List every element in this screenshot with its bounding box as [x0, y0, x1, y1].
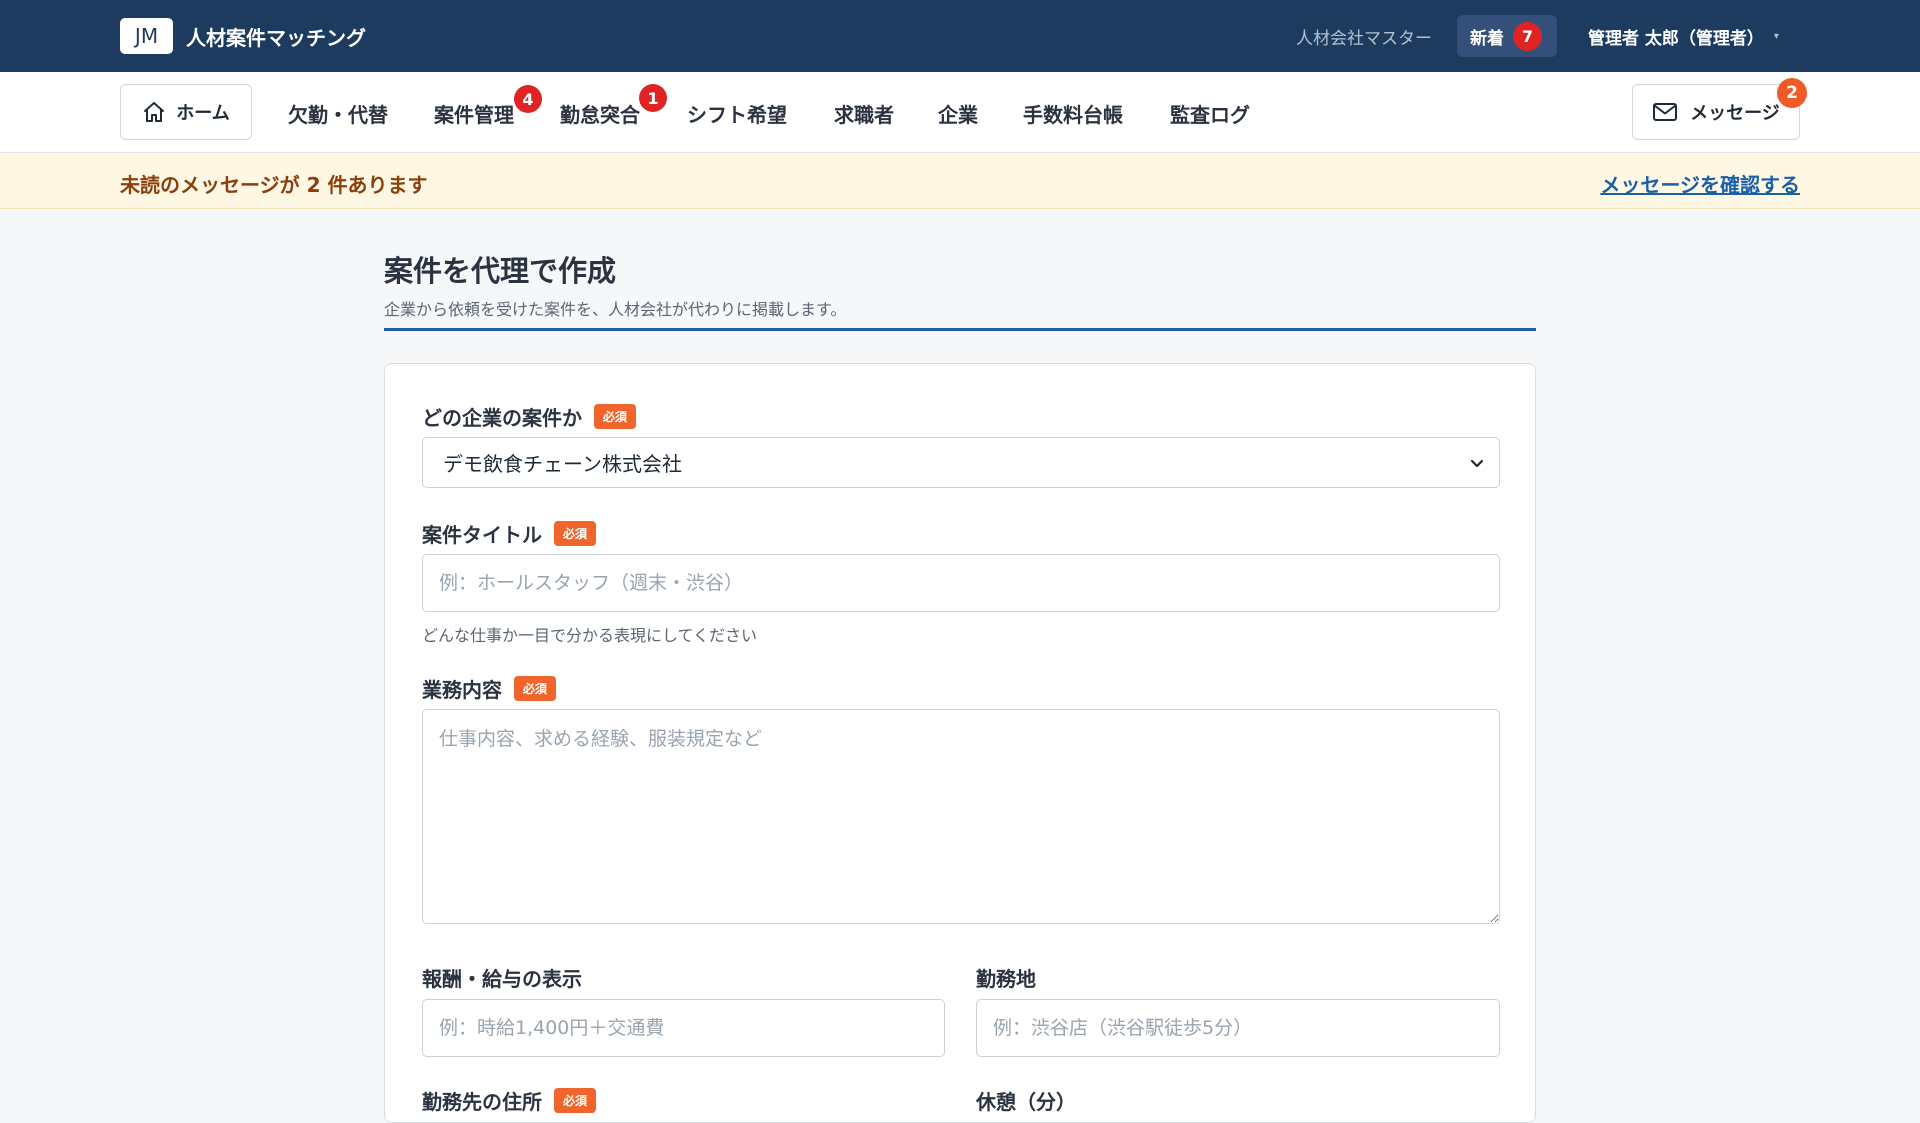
pay-input[interactable]	[422, 999, 945, 1057]
user-name: 管理者 太郎（管理者）	[1588, 29, 1764, 49]
company-name: 人材会社マスター	[1296, 29, 1432, 49]
nav-item-jobs[interactable]: 案件管理	[434, 99, 514, 128]
title-input[interactable]	[422, 554, 1500, 612]
unread-notice-text: 未読のメッセージが 2 件あります	[120, 173, 428, 197]
nav-item-shift[interactable]: シフト希望	[687, 99, 787, 128]
location-label-text: 勤務地	[976, 967, 1036, 991]
required-tag: 必須	[554, 521, 597, 546]
break-label-text: 休憩（分）	[976, 1090, 1076, 1114]
nav-item-audit-log[interactable]: 監査ログ	[1170, 99, 1250, 128]
location-label: 勤務地	[976, 963, 1036, 992]
new-notifications-badge: 7	[1513, 21, 1542, 51]
job-form-card: どの企業の案件か 必須 デモ飲食チェーン株式会社 案件タイトル 必須 どんな仕事…	[384, 363, 1536, 1123]
chevron-down-icon	[1470, 459, 1484, 468]
required-tag: 必須	[514, 676, 557, 701]
company-label-text: どの企業の案件か	[422, 406, 582, 430]
nav-item-fee-ledger[interactable]: 手数料台帳	[1023, 99, 1123, 128]
caret-down-icon: ▾	[1773, 31, 1779, 42]
new-notifications-button[interactable]: 新着 7	[1457, 15, 1557, 57]
required-tag: 必須	[554, 1088, 597, 1113]
brand[interactable]: JM 人材案件マッチング	[120, 18, 366, 54]
main-nav: ホーム 欠勤・代替 案件管理 4 勤怠突合 1 シフト希望 求職者 企業 手数料…	[0, 72, 1920, 153]
company-select-value: デモ飲食チェーン株式会社	[443, 452, 682, 476]
mail-icon	[1653, 103, 1678, 121]
nav-badge-jobs: 4	[514, 85, 542, 113]
company-label: どの企業の案件か 必須	[422, 402, 637, 431]
nav-item-companies[interactable]: 企業	[938, 99, 978, 128]
check-messages-link[interactable]: メッセージを確認する	[1600, 169, 1800, 198]
nav-home-label: ホーム	[176, 103, 230, 124]
nav-item-absence[interactable]: 欠勤・代替	[288, 99, 388, 128]
messages-badge: 2	[1777, 78, 1807, 108]
app-name: 人材案件マッチング	[186, 25, 366, 50]
address-label-text: 勤務先の住所	[422, 1090, 542, 1114]
required-tag: 必須	[594, 404, 637, 429]
page-subtitle: 企業から依頼を受けた案件を、人材会社が代わりに掲載します。	[384, 300, 847, 319]
title-label: 案件タイトル 必須	[422, 519, 597, 548]
description-textarea[interactable]	[422, 709, 1500, 924]
description-label: 業務内容 必須	[422, 674, 557, 703]
company-select[interactable]: デモ飲食チェーン株式会社	[422, 437, 1500, 488]
new-notifications-label: 新着	[1470, 28, 1504, 49]
title-label-text: 案件タイトル	[422, 523, 542, 547]
messages-label: メッセージ	[1690, 103, 1780, 124]
address-label: 勤務先の住所 必須	[422, 1086, 597, 1115]
nav-home-button[interactable]: ホーム	[120, 84, 252, 140]
location-input[interactable]	[976, 999, 1500, 1057]
pay-label: 報酬・給与の表示	[422, 963, 582, 992]
home-icon	[144, 102, 165, 122]
messages-button[interactable]: メッセージ	[1632, 84, 1800, 140]
nav-item-jobseekers[interactable]: 求職者	[834, 99, 894, 128]
nav-badge-attendance: 1	[639, 84, 667, 112]
pay-label-text: 報酬・給与の表示	[422, 967, 582, 991]
break-label: 休憩（分）	[976, 1086, 1076, 1115]
user-menu[interactable]: 管理者 太郎（管理者） ▾	[1588, 24, 1779, 49]
top-bar: JM 人材案件マッチング 人材会社マスター 新着 7 管理者 太郎（管理者） ▾	[0, 0, 1920, 72]
brand-logo: JM	[120, 18, 173, 54]
unread-notice: 未読のメッセージが 2 件あります メッセージを確認する	[0, 154, 1920, 209]
description-label-text: 業務内容	[422, 678, 502, 702]
nav-item-attendance[interactable]: 勤怠突合	[560, 99, 640, 128]
title-help-text: どんな仕事か一目で分かる表現にしてください	[422, 626, 758, 645]
page-title: 案件を代理で作成	[384, 254, 617, 288]
title-divider	[384, 328, 1536, 331]
